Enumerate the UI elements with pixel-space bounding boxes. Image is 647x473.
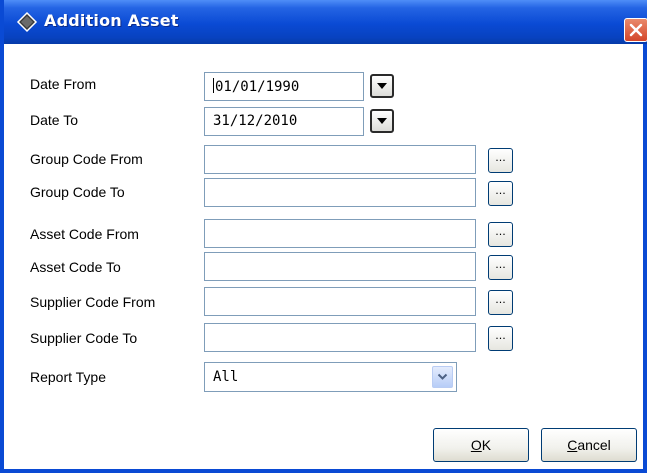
ok-label: K bbox=[481, 437, 492, 453]
supplier-code-to-browse-button[interactable]: ... bbox=[488, 326, 513, 351]
asset-code-to-label: Asset Code To bbox=[30, 259, 121, 275]
date-from-dropdown-button[interactable] bbox=[370, 74, 394, 98]
supplier-code-from-input[interactable] bbox=[204, 287, 476, 316]
asset-code-from-label: Asset Code From bbox=[30, 226, 139, 242]
supplier-code-to-label: Supplier Code To bbox=[30, 330, 138, 346]
supplier-code-from-label: Supplier Code From bbox=[30, 294, 156, 310]
cancel-label: ancel bbox=[577, 437, 611, 453]
date-to-field[interactable]: 31/12/2010 bbox=[204, 107, 364, 136]
date-to-label: Date To bbox=[30, 112, 78, 128]
report-type-select[interactable]: All bbox=[204, 362, 457, 392]
report-type-label: Report Type bbox=[30, 369, 107, 385]
diamond-icon bbox=[16, 11, 38, 33]
close-button[interactable] bbox=[624, 18, 647, 42]
supplier-code-to-input[interactable] bbox=[204, 323, 476, 352]
chevron-down-icon bbox=[377, 118, 387, 124]
text-caret bbox=[213, 78, 214, 93]
chevron-down-icon bbox=[437, 373, 448, 380]
date-from-label: Date From bbox=[30, 76, 97, 92]
asset-code-from-input[interactable] bbox=[204, 219, 476, 248]
group-code-from-label: Group Code From bbox=[30, 151, 143, 167]
report-type-value: All bbox=[213, 369, 239, 385]
ok-accelerator: O bbox=[470, 437, 482, 453]
date-to-dropdown-button[interactable] bbox=[370, 109, 394, 133]
date-from-field[interactable]: 01/01/1990 bbox=[204, 72, 364, 101]
group-code-from-input[interactable] bbox=[204, 145, 476, 174]
cancel-accelerator: C bbox=[567, 437, 578, 453]
cancel-button[interactable]: Cancel bbox=[541, 428, 637, 462]
ok-button[interactable]: OK bbox=[433, 428, 529, 462]
group-code-to-input[interactable] bbox=[204, 178, 476, 207]
asset-code-from-browse-button[interactable]: ... bbox=[488, 222, 513, 247]
chevron-down-icon bbox=[377, 83, 387, 89]
asset-code-to-browse-button[interactable]: ... bbox=[488, 255, 513, 280]
group-code-to-browse-button[interactable]: ... bbox=[488, 181, 513, 206]
asset-code-to-input[interactable] bbox=[204, 252, 476, 281]
report-type-dropdown-button[interactable] bbox=[432, 366, 453, 388]
date-to-value: 31/12/2010 bbox=[213, 113, 298, 129]
window-title: Addition Asset bbox=[44, 11, 179, 30]
group-code-from-browse-button[interactable]: ... bbox=[488, 148, 513, 173]
title-bar[interactable]: Addition Asset bbox=[4, 0, 647, 44]
close-icon bbox=[629, 23, 643, 37]
group-code-to-label: Group Code To bbox=[30, 184, 125, 200]
date-from-value: 01/01/1990 bbox=[215, 79, 300, 95]
supplier-code-from-browse-button[interactable]: ... bbox=[488, 290, 513, 315]
